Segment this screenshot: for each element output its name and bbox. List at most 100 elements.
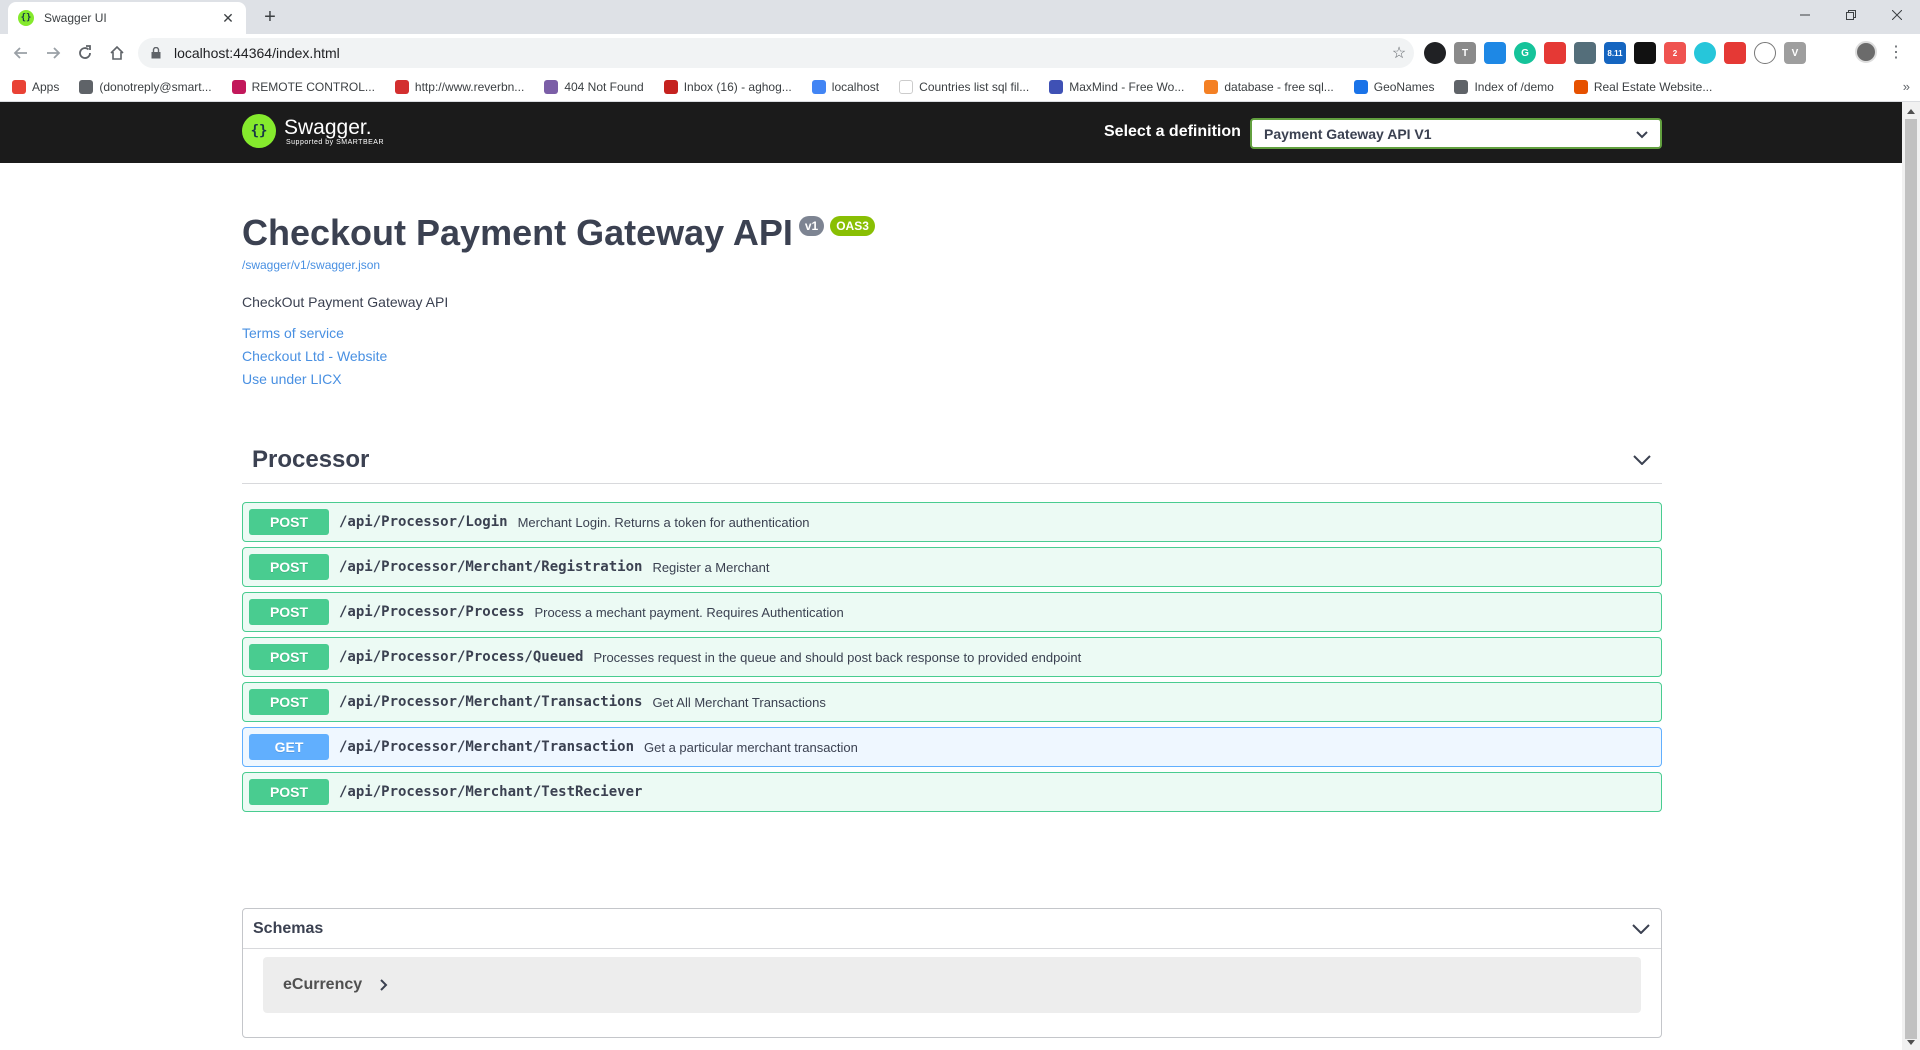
bookmark-item[interactable]: 404 Not Found (544, 79, 644, 94)
swagger-topbar: {} Swagger. Supported by SMARTBEAR Selec… (0, 102, 1902, 163)
swagger-json-link[interactable]: /swagger/v1/swagger.json (242, 258, 380, 272)
chevron-right-icon[interactable] (378, 979, 390, 991)
contact-website-link[interactable]: Checkout Ltd - Website (242, 348, 387, 364)
bookmark-star-icon[interactable]: ☆ (1384, 43, 1414, 63)
lock-icon (150, 47, 162, 59)
chevron-down-icon (1636, 126, 1648, 142)
new-tab-button[interactable]: + (258, 6, 282, 30)
operation-summary: Processes request in the queue and shoul… (593, 649, 1082, 665)
bookmark-favicon-icon (1353, 79, 1368, 94)
tag-header[interactable]: Processor (242, 436, 1662, 484)
operation-post-row[interactable]: POST/api/Processor/Merchant/Transactions… (242, 682, 1662, 722)
extension-badge-icon[interactable]: 8.11 (1604, 42, 1626, 64)
bookmark-item[interactable]: Countries list sql fil... (899, 79, 1029, 94)
extension-icons: T G 8.11 2 V (1424, 42, 1806, 64)
scroll-down-icon[interactable] (1902, 1036, 1920, 1048)
extension-window-icon[interactable] (1484, 42, 1506, 64)
close-window-button[interactable] (1874, 0, 1920, 30)
model-name: eCurrency (283, 976, 363, 993)
extension-lock-icon[interactable] (1544, 42, 1566, 64)
bookmark-item[interactable]: GeoNames (1353, 79, 1435, 94)
operation-post-row[interactable]: POST/api/Processor/Merchant/Registration… (242, 547, 1662, 587)
method-badge: GET (249, 734, 329, 760)
definition-label: Select a definition (1104, 123, 1241, 140)
schemas-section: Schemas eCurrency (242, 908, 1662, 1038)
method-badge: POST (249, 779, 329, 805)
bookmark-label: database - free sql... (1224, 79, 1334, 94)
extension-v-icon[interactable]: V (1784, 42, 1806, 64)
chevron-down-icon[interactable] (1631, 919, 1651, 939)
oas-badge: OAS3 (830, 216, 875, 236)
operation-get-row[interactable]: GET/api/Processor/Merchant/Transaction Ge… (242, 727, 1662, 767)
address-bar[interactable]: localhost:44364/index.html ☆ (138, 38, 1414, 68)
eyedropper-icon[interactable] (1574, 42, 1596, 64)
logo-subtext: Supported by SMARTBEAR (286, 138, 385, 146)
bookmark-favicon-icon (1454, 79, 1469, 94)
operation-post-row[interactable]: POST/api/Processor/Process/Queued Process… (242, 637, 1662, 677)
more-bookmarks-icon[interactable]: » (1903, 79, 1910, 94)
chevron-down-icon[interactable] (1632, 450, 1652, 470)
definition-select[interactable]: Payment Gateway API V1 (1250, 118, 1662, 149)
back-arrow-icon[interactable] (8, 40, 34, 66)
operation-path: /api/Processor/Merchant/Transactions (339, 694, 643, 710)
extension-circle-icon[interactable] (1694, 42, 1716, 64)
license-link[interactable]: Use under LICX (242, 371, 342, 387)
page-scrollbar[interactable] (1902, 102, 1920, 1050)
extension-dark-icon[interactable] (1424, 42, 1446, 64)
bookmark-favicon-icon (811, 79, 826, 94)
bookmark-item[interactable]: (donotreply@smart... (79, 79, 212, 94)
method-badge: POST (249, 509, 329, 535)
bookmark-item[interactable]: Inbox (16) - aghog... (663, 79, 792, 94)
bookmark-item[interactable]: Index of /demo (1454, 79, 1554, 94)
method-badge: POST (249, 554, 329, 580)
browser-menu-icon[interactable]: ⋮ (1888, 40, 1904, 66)
bookmark-label: GeoNames (1373, 79, 1435, 94)
reload-icon[interactable] (72, 40, 98, 66)
bookmark-item[interactable]: localhost (811, 79, 879, 94)
operation-summary: Register a Merchant (652, 559, 770, 575)
model-ecurrency[interactable]: eCurrency (263, 957, 1641, 1013)
extension-ring-icon[interactable] (1754, 42, 1776, 64)
swagger-favicon-icon: {} (18, 10, 34, 26)
bookmark-item[interactable]: MaxMind - Free Wo... (1049, 79, 1184, 94)
api-description: CheckOut Payment Gateway API (242, 294, 449, 310)
operation-path: /api/Processor/Merchant/Transaction (339, 739, 635, 755)
browser-tab[interactable]: {} Swagger UI ✕ (8, 2, 246, 34)
operation-path: /api/Processor/Process (339, 604, 525, 620)
bookmark-item[interactable]: database - free sql... (1204, 79, 1334, 94)
bookmark-item[interactable]: Apps (12, 79, 59, 94)
schemas-header[interactable]: Schemas (243, 909, 1661, 949)
bookmark-label: Inbox (16) - aghog... (683, 79, 792, 94)
url-text[interactable]: localhost:44364/index.html (174, 45, 1384, 61)
definition-value: Payment Gateway API V1 (1264, 125, 1432, 142)
operation-summary: Get a particular merchant transaction (644, 739, 858, 755)
terms-of-service-link[interactable]: Terms of service (242, 325, 344, 341)
bookmark-favicon-icon (231, 79, 246, 94)
bookmark-item[interactable]: http://www.reverbn... (394, 79, 524, 94)
home-icon[interactable] (104, 40, 130, 66)
restore-window-button[interactable] (1828, 0, 1874, 30)
bookmark-favicon-icon (663, 79, 678, 94)
operation-summary: Process a mechant payment. Requires Auth… (534, 604, 844, 620)
extension-count-icon[interactable]: 2 (1664, 42, 1686, 64)
bookmark-item[interactable]: Real Estate Website... (1573, 79, 1712, 94)
minimize-window-button[interactable] (1782, 0, 1828, 30)
bookmarks-bar: Apps (donotreply@smart... REMOTE CONTROL..… (0, 72, 1920, 102)
swagger-logo[interactable]: {} Swagger. Supported by SMARTBEAR (242, 114, 384, 148)
logo-text: Swagger. (284, 115, 372, 139)
operation-post-row[interactable]: POST/api/Processor/Merchant/TestReciever (242, 772, 1662, 812)
pocket-icon[interactable] (1724, 42, 1746, 64)
bookmark-item[interactable]: REMOTE CONTROL... (231, 79, 375, 94)
operation-post-row[interactable]: POST/api/Processor/Process Process a mech… (242, 592, 1662, 632)
forward-arrow-icon[interactable] (40, 40, 66, 66)
bookmark-favicon-icon (899, 79, 914, 94)
scroll-up-icon[interactable] (1902, 104, 1920, 118)
page-title: Checkout Payment Gateway API v1 OAS3 (242, 212, 875, 254)
close-tab-icon[interactable]: ✕ (220, 10, 236, 27)
qr-code-icon[interactable] (1634, 42, 1656, 64)
grammarly-icon[interactable]: G (1514, 42, 1536, 64)
extension-t-icon[interactable]: T (1454, 42, 1476, 64)
scrollbar-thumb[interactable] (1905, 119, 1917, 1039)
profile-avatar[interactable] (1855, 41, 1877, 63)
operation-post-row[interactable]: POST/api/Processor/Login Merchant Login. … (242, 502, 1662, 542)
